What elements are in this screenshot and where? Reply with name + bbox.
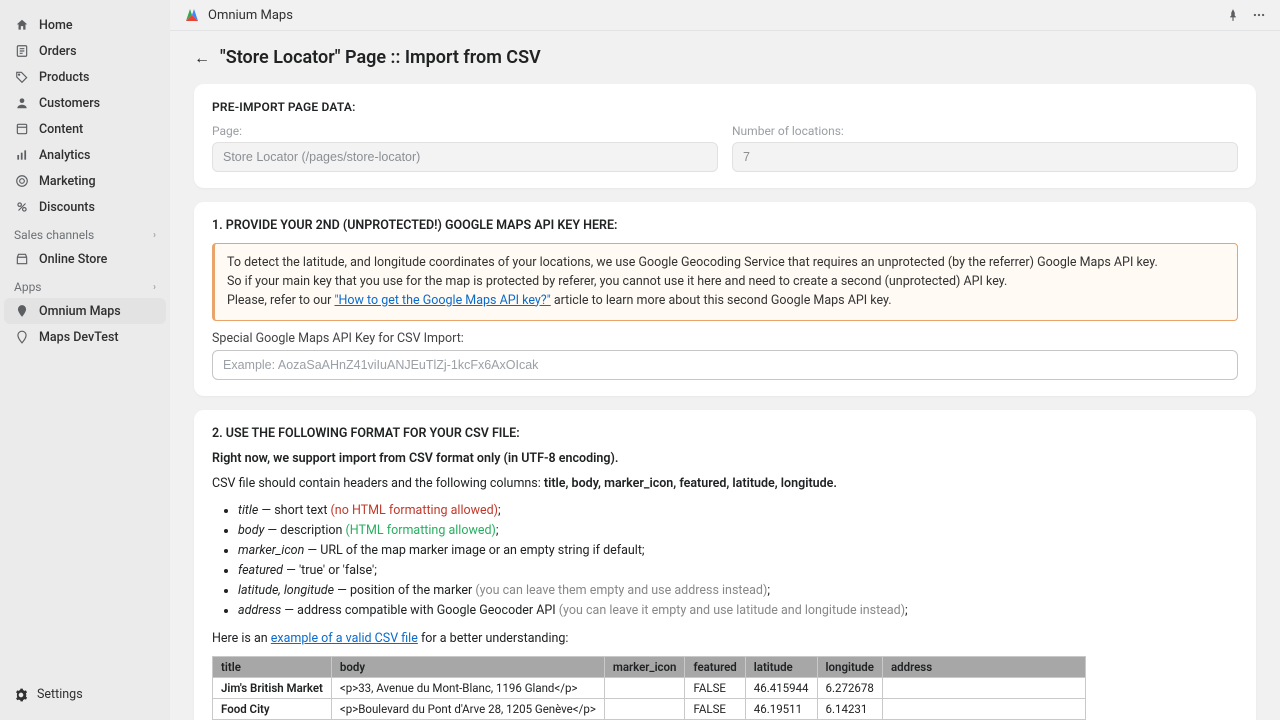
nav-settings[interactable]: Settings [4, 681, 166, 708]
apps-header[interactable]: Apps› [4, 272, 166, 298]
nav-customers[interactable]: Customers [4, 90, 166, 116]
sales-channels-header[interactable]: Sales channels› [4, 220, 166, 246]
app-title: Omnium Maps [208, 8, 293, 23]
table-header: address [882, 657, 1085, 678]
back-arrow-icon[interactable]: ← [194, 48, 210, 68]
list-item: address — address compatible with Google… [238, 601, 1238, 621]
orders-icon [14, 43, 30, 59]
topbar: Omnium Maps [170, 0, 1280, 31]
api-help-link[interactable]: "How to get the Google Maps API key?" [334, 293, 550, 308]
more-icon[interactable] [1252, 8, 1266, 22]
marketing-icon [14, 173, 30, 189]
discounts-icon [14, 199, 30, 215]
chevron-right-icon: › [153, 230, 156, 241]
step2-heading: 2. USE THE FOLLOWING FORMAT FOR YOUR CSV… [212, 426, 1238, 441]
table-header: featured [685, 657, 745, 678]
list-item: latitude, longitude — position of the ma… [238, 581, 1238, 601]
page-label: Page: [212, 124, 718, 138]
nav-marketing[interactable]: Marketing [4, 168, 166, 194]
step2-intro: CSV file should contain headers and the … [212, 476, 1238, 491]
table-header: longitude [817, 657, 882, 678]
pin-icon [14, 303, 30, 319]
nav-online-store[interactable]: Online Store [4, 246, 166, 272]
pin-action-icon[interactable] [1226, 8, 1240, 22]
main: Omnium Maps ← "Store Locator" Page :: Im… [170, 0, 1280, 720]
table-header: marker_icon [604, 657, 685, 678]
table-header: body [331, 657, 604, 678]
step2-card: 2. USE THE FOLLOWING FORMAT FOR YOUR CSV… [194, 410, 1256, 720]
list-item: marker_icon — URL of the map marker imag… [238, 541, 1238, 561]
chevron-right-icon: › [153, 282, 156, 293]
api-warning-box: To detect the latitude, and longitude co… [212, 243, 1238, 321]
table-header: title [213, 657, 332, 678]
api-input-label: Special Google Maps API Key for CSV Impo… [212, 331, 1238, 346]
table-row: Food City<p>Boulevard du Pont d'Arve 28,… [213, 699, 1086, 720]
nav-orders[interactable]: Orders [4, 38, 166, 64]
nav-analytics[interactable]: Analytics [4, 142, 166, 168]
nav-maps-devtest[interactable]: Maps DevTest [4, 324, 166, 350]
example-table: titlebodymarker_iconfeaturedlatitudelong… [212, 656, 1086, 720]
store-icon [14, 251, 30, 267]
step2-bold: Right now, we support import from CSV fo… [212, 451, 1238, 466]
list-item: title — short text (no HTML formatting a… [238, 501, 1238, 521]
list-item: featured — 'true' or 'false'; [238, 561, 1238, 581]
table-header: latitude [745, 657, 817, 678]
products-icon [14, 69, 30, 85]
nav-home[interactable]: Home [4, 12, 166, 38]
example-csv-link[interactable]: example of a valid CSV file [271, 631, 418, 646]
step1-heading: 1. PROVIDE YOUR 2ND (UNPROTECTED!) GOOGL… [212, 218, 1238, 233]
example-line: Here is an example of a valid CSV file f… [212, 631, 1238, 646]
page-title: "Store Locator" Page :: Import from CSV [220, 47, 541, 68]
nav-discounts[interactable]: Discounts [4, 194, 166, 220]
analytics-icon [14, 147, 30, 163]
list-item: body — description (HTML formatting allo… [238, 521, 1238, 541]
gear-icon [14, 688, 28, 702]
api-key-input[interactable] [212, 350, 1238, 380]
num-label: Number of locations: [732, 124, 1238, 138]
preimport-card: PRE-IMPORT PAGE DATA: Page: Number of lo… [194, 84, 1256, 188]
preimport-heading: PRE-IMPORT PAGE DATA: [212, 100, 1238, 114]
home-icon [14, 17, 30, 33]
app-logo-icon [184, 7, 200, 23]
page-readonly-input [212, 142, 718, 172]
nav-omnium-maps[interactable]: Omnium Maps [4, 298, 166, 324]
nav-primary: Home Orders Products Customers Content A… [4, 12, 166, 220]
nav-content[interactable]: Content [4, 116, 166, 142]
sidebar: Home Orders Products Customers Content A… [0, 0, 170, 720]
content-scroll[interactable]: ← "Store Locator" Page :: Import from CS… [170, 31, 1280, 720]
customers-icon [14, 95, 30, 111]
nav-products[interactable]: Products [4, 64, 166, 90]
num-readonly-input [732, 142, 1238, 172]
pin-icon [14, 329, 30, 345]
field-spec-list: title — short text (no HTML formatting a… [212, 501, 1238, 621]
table-row: Jim's British Market<p>33, Avenue du Mon… [213, 678, 1086, 699]
content-icon [14, 121, 30, 137]
step1-card: 1. PROVIDE YOUR 2ND (UNPROTECTED!) GOOGL… [194, 202, 1256, 396]
